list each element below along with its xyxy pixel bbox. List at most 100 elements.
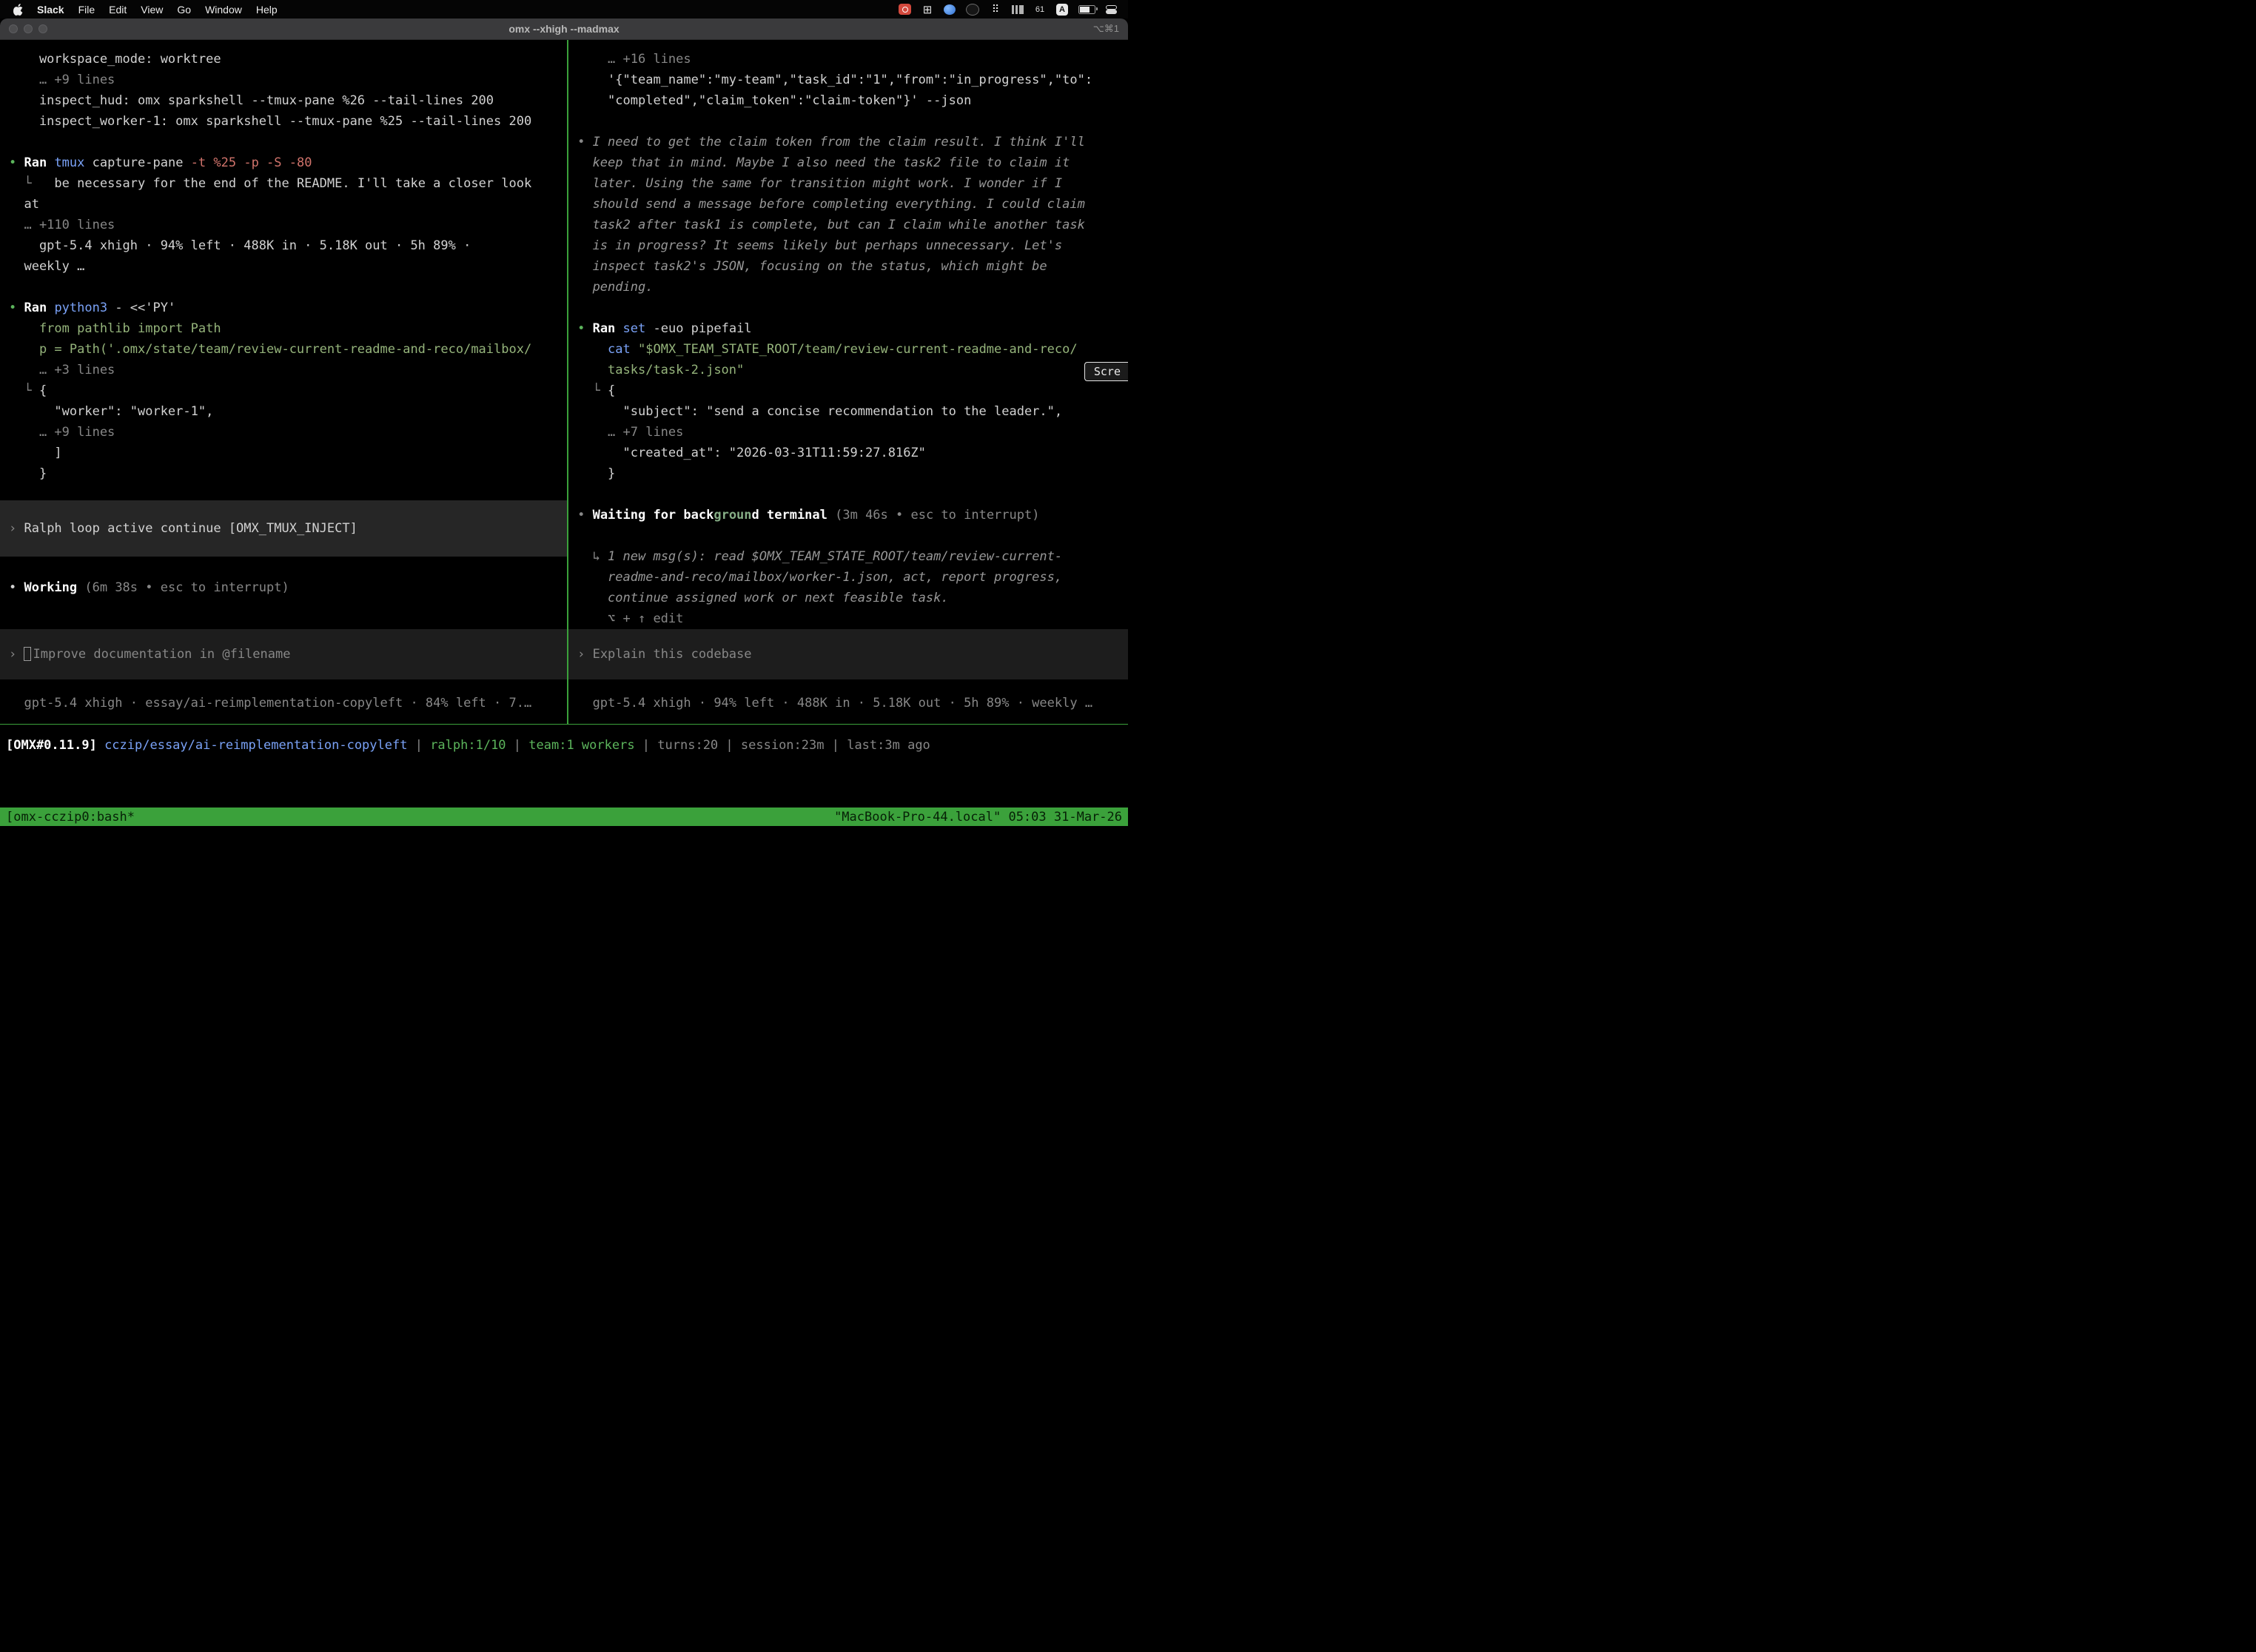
traffic-lights (9, 19, 53, 39)
menu-view[interactable]: View (141, 4, 163, 16)
prompt-chevron: › (9, 521, 24, 536)
terminal-line: cat "$OMX_TEAM_STATE_ROOT/team/review-cu… (577, 339, 1119, 360)
terminal-line: • Ran python3 - <<'PY' (9, 298, 558, 318)
terminal-line: } (577, 463, 1119, 484)
terminal-line: '{"team_name":"my-team","task_id":"1","f… (577, 70, 1119, 90)
menu-file[interactable]: File (78, 4, 95, 16)
prompt-chevron: › (9, 647, 24, 662)
blank-line (577, 526, 1119, 546)
blank-line (577, 111, 1119, 132)
terminal-line: at (9, 194, 558, 215)
blank-line (577, 484, 1119, 505)
blank-line (577, 298, 1119, 318)
terminal-line: ] (9, 443, 558, 463)
terminal-line: └ { (9, 380, 558, 401)
terminal-line: … +9 lines (9, 422, 558, 443)
menubar-menus: File Edit View Go Window Help (78, 4, 292, 16)
tmux-session-label: [omx-cczip0:bash* (6, 807, 135, 827)
stats-icon[interactable] (1012, 5, 1024, 14)
terminal-line: later. Using the same for transition mig… (577, 173, 1119, 194)
terminal-line: • I need to get the claim token from the… (577, 132, 1119, 152)
minimize-button[interactable] (24, 24, 33, 33)
screen-recording-indicator[interactable] (899, 4, 911, 15)
dark-app-icon[interactable] (966, 4, 979, 16)
keyboard-input-icon[interactable]: A (1056, 4, 1068, 16)
terminal-line: └ be necessary for the end of the README… (9, 173, 558, 194)
terminal-line: "subject": "send a concise recommendatio… (577, 401, 1119, 422)
terminal-line: "created_at": "2026-03-31T11:59:27.816Z" (577, 443, 1119, 463)
terminal-pane-right[interactable]: … +16 lines '{"team_name":"my-team","tas… (568, 40, 1128, 724)
close-button[interactable] (9, 24, 18, 33)
battery-icon[interactable] (1078, 5, 1095, 14)
tmux-status-bar: [omx-cczip0:bash* "MacBook-Pro-44.local"… (0, 807, 1128, 826)
prompt-input[interactable]: › Explain this codebase (568, 629, 1128, 679)
terminal-line: • Ran tmux capture-pane -t %25 -p -S -80 (9, 152, 558, 173)
terminal-line: p = Path('.omx/state/team/review-current… (9, 339, 558, 360)
terminal-line: gpt-5.4 xhigh · 94% left · 488K in · 5.1… (9, 235, 558, 256)
terminal-line: continue assigned work or next feasible … (577, 588, 1119, 608)
terminal-line: … +110 lines (9, 215, 558, 235)
pane-status-line: gpt-5.4 xhigh · essay/ai-reimplementatio… (9, 693, 558, 713)
screenshot-tooltip[interactable]: Scre (1084, 362, 1128, 381)
blank-line (9, 132, 558, 152)
blank-line (9, 277, 558, 298)
window-title: omx --xhigh --madmax (508, 23, 619, 35)
terminal-line: ↳ 1 new msg(s): read $OMX_TEAM_STATE_ROO… (577, 546, 1119, 567)
prompt-chevron: › (577, 647, 592, 662)
pane-status-line: gpt-5.4 xhigh · 94% left · 488K in · 5.1… (577, 693, 1119, 713)
terminal-line: task2 after task1 is complete, but can I… (577, 215, 1119, 235)
terminal-line: ⌥ + ↑ edit (577, 608, 1119, 629)
terminal-pane-left[interactable]: workspace_mode: worktree … +9 lines insp… (0, 40, 568, 724)
app-grid-icon[interactable] (921, 4, 933, 16)
macos-menubar: Slack File Edit View Go Window Help 61 A (0, 0, 1128, 19)
terminal-line: weekly … (9, 256, 558, 277)
screen: Slack File Edit View Go Window Help 61 A omx -… (0, 0, 1128, 826)
terminal-line: • Waiting for background terminal (3m 46… (577, 505, 1119, 526)
inject-banner: › Ralph loop active continue [OMX_TMUX_I… (0, 500, 567, 557)
terminal-window: omx --xhigh --madmax ⌥⌘1 workspace_mode:… (0, 19, 1128, 826)
terminal-line: keep that in mind. Maybe I also need the… (577, 152, 1119, 173)
terminal-line: pending. (577, 277, 1119, 298)
zoom-button[interactable] (38, 24, 47, 33)
omx-hud-status-line: [OMX#0.11.9] cczip/essay/ai-reimplementa… (0, 724, 1128, 807)
menu-help[interactable]: Help (256, 4, 278, 16)
terminal-line: … +9 lines (9, 70, 558, 90)
terminal-line: • Working (6m 38s • esc to interrupt) (9, 577, 558, 598)
menubar-left: Slack File Edit View Go Window Help (0, 4, 292, 16)
terminal-line: should send a message before completing … (577, 194, 1119, 215)
battery-percentage-icon[interactable]: 61 (1034, 4, 1046, 16)
terminal-line: is in progress? It seems likely but perh… (577, 235, 1119, 256)
terminal-line: • Ran set -euo pipefail (577, 318, 1119, 339)
terminal-line: … +7 lines (577, 422, 1119, 443)
terminal-line: "completed","claim_token":"claim-token"}… (577, 90, 1119, 111)
menu-edit[interactable]: Edit (109, 4, 127, 16)
launchpad-icon[interactable] (990, 4, 1001, 16)
menubar-status-icons: 61 A (888, 4, 1128, 16)
terminal-line: inspect task2's JSON, focusing on the st… (577, 256, 1119, 277)
terminal-line: └ { (577, 380, 1119, 401)
menu-go[interactable]: Go (177, 4, 191, 16)
control-center-icon[interactable] (1106, 4, 1118, 15)
tmux-panes: workspace_mode: worktree … +9 lines insp… (0, 40, 1128, 724)
terminal-line: from pathlib import Path (9, 318, 558, 339)
terminal-line: } (9, 463, 558, 484)
window-titlebar[interactable]: omx --xhigh --madmax ⌥⌘1 (0, 19, 1128, 40)
menubar-app-name[interactable]: Slack (37, 4, 64, 16)
terminal-line: "worker": "worker-1", (9, 401, 558, 422)
terminal-line: readme-and-reco/mailbox/worker-1.json, a… (577, 567, 1119, 588)
prompt-input[interactable]: › Improve documentation in @filename (0, 629, 567, 679)
terminal-line: workspace_mode: worktree (9, 49, 558, 70)
menu-window[interactable]: Window (205, 4, 242, 16)
terminal-line: inspect_hud: omx sparkshell --tmux-pane … (9, 90, 558, 111)
blank-line (9, 557, 558, 577)
terminal-line: inspect_worker-1: omx sparkshell --tmux-… (9, 111, 558, 132)
terminal-line: tasks/task-2.json" (577, 360, 1119, 380)
apple-menu-icon[interactable] (13, 4, 23, 16)
window-shortcut-hint: ⌥⌘1 (1093, 23, 1119, 35)
blue-app-icon[interactable] (944, 4, 956, 15)
terminal: workspace_mode: worktree … +9 lines insp… (0, 40, 1128, 826)
terminal-line: … +3 lines (9, 360, 558, 380)
terminal-line: … +16 lines (577, 49, 1119, 70)
tmux-host-clock: "MacBook-Pro-44.local" 05:03 31-Mar-26 (834, 807, 1122, 827)
text-cursor (24, 647, 31, 661)
